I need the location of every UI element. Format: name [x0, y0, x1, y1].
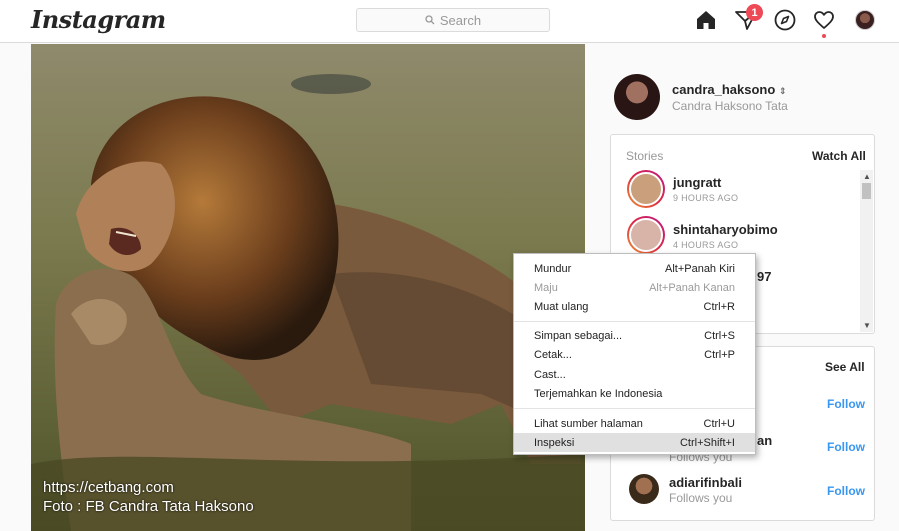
- menu-item-label: Inspeksi: [534, 436, 575, 449]
- suggestion-subtitle: Follows you: [669, 491, 733, 505]
- search-placeholder: Search: [439, 12, 482, 28]
- menu-item-label: Terjemahkan ke Indonesia: [534, 387, 663, 400]
- menu-item-label: Mundur: [534, 262, 572, 275]
- menu-item-inspect[interactable]: Inspeksi Ctrl+Shift+I: [514, 433, 755, 452]
- see-all-link[interactable]: See All: [825, 360, 865, 374]
- menu-separator: [514, 408, 755, 409]
- menu-item-label: Maju: [534, 281, 558, 294]
- home-icon[interactable]: [694, 8, 718, 32]
- profile-full-name: Candra Haksono Tata: [672, 99, 788, 113]
- lion-photo-illustration: [31, 44, 585, 531]
- watermark-url: https://cetbang.com: [43, 479, 174, 496]
- menu-item-shortcut: Ctrl+S: [704, 329, 735, 342]
- search-icon: [425, 15, 435, 25]
- menu-item-shortcut: Ctrl+P: [704, 348, 735, 361]
- menu-item-shortcut: Ctrl+Shift+I: [679, 436, 735, 449]
- suggestion-username[interactable]: adiarifinbali: [669, 475, 742, 490]
- notification-badge: 1: [746, 4, 763, 21]
- menu-item-label: Cast...: [534, 368, 566, 381]
- profile-avatar-icon[interactable]: [855, 10, 875, 30]
- scrollbar-thumb[interactable]: [862, 183, 871, 199]
- post-photo[interactable]: https://cetbang.com Foto : FB Candra Tat…: [31, 44, 585, 531]
- follow-button[interactable]: Follow: [827, 484, 865, 498]
- menu-item-shortcut: Ctrl+U: [703, 417, 735, 430]
- menu-item-shortcut: Alt+Panah Kiri: [664, 262, 735, 275]
- menu-item-print[interactable]: Cetak... Ctrl+P: [514, 345, 755, 364]
- follow-button[interactable]: Follow: [827, 440, 865, 454]
- instagram-logo[interactable]: Instagram: [31, 5, 166, 34]
- watermark-credit: Foto : FB Candra Tata Haksono: [43, 498, 254, 515]
- story-time: 4 HOURS AGO: [673, 240, 739, 250]
- menu-item-label: Muat ulang: [534, 300, 589, 313]
- menu-item-view-source[interactable]: Lihat sumber halaman Ctrl+U: [514, 414, 755, 433]
- top-navigation-bar: Instagram Search 1: [0, 0, 899, 43]
- suggestion-avatar[interactable]: [629, 474, 659, 504]
- menu-item-shortcut: Alt+Panah Kanan: [649, 281, 735, 294]
- scroll-up-icon[interactable]: ▲: [863, 172, 871, 181]
- account-switch-icon[interactable]: ⇕: [779, 86, 787, 96]
- scroll-down-icon[interactable]: ▼: [863, 321, 871, 330]
- suggestion-username[interactable]: an: [757, 433, 772, 448]
- profile-username[interactable]: candra_haksono ⇕: [672, 82, 787, 97]
- explore-compass-icon[interactable]: [773, 8, 797, 32]
- menu-item-shortcut: Ctrl+R: [703, 300, 735, 313]
- follow-button[interactable]: Follow: [827, 397, 865, 411]
- menu-item-translate[interactable]: Terjemahkan ke Indonesia: [514, 384, 755, 403]
- menu-item-label: Simpan sebagai...: [534, 329, 623, 342]
- stories-title: Stories: [626, 149, 664, 163]
- story-username[interactable]: jungratt: [673, 175, 721, 190]
- stories-scrollbar[interactable]: ▲ ▼: [860, 170, 873, 332]
- story-time: 9 HOURS AGO: [673, 193, 739, 203]
- story-username[interactable]: shintaharyobimo: [673, 222, 778, 237]
- menu-item-cast[interactable]: Cast...: [514, 365, 755, 384]
- menu-item-label: Lihat sumber halaman: [534, 417, 643, 430]
- menu-item-label: Cetak...: [534, 348, 572, 361]
- menu-item-forward[interactable]: Maju Alt+Panah Kanan: [514, 278, 755, 297]
- activity-heart-icon[interactable]: [812, 8, 836, 32]
- story-username[interactable]: 97: [757, 269, 771, 284]
- menu-item-reload[interactable]: Muat ulang Ctrl+R: [514, 297, 755, 316]
- profile-avatar[interactable]: [614, 74, 660, 120]
- story-avatar[interactable]: [627, 216, 665, 254]
- menu-separator: [514, 321, 755, 322]
- menu-item-save-as[interactable]: Simpan sebagai... Ctrl+S: [514, 326, 755, 345]
- search-input[interactable]: Search: [356, 8, 550, 32]
- activity-indicator-dot: [822, 34, 826, 38]
- menu-item-back[interactable]: Mundur Alt+Panah Kiri: [514, 259, 755, 278]
- browser-context-menu: Mundur Alt+Panah Kiri Maju Alt+Panah Kanan…: [513, 253, 756, 455]
- watch-all-link[interactable]: Watch All: [812, 149, 866, 163]
- story-avatar[interactable]: [627, 170, 665, 208]
